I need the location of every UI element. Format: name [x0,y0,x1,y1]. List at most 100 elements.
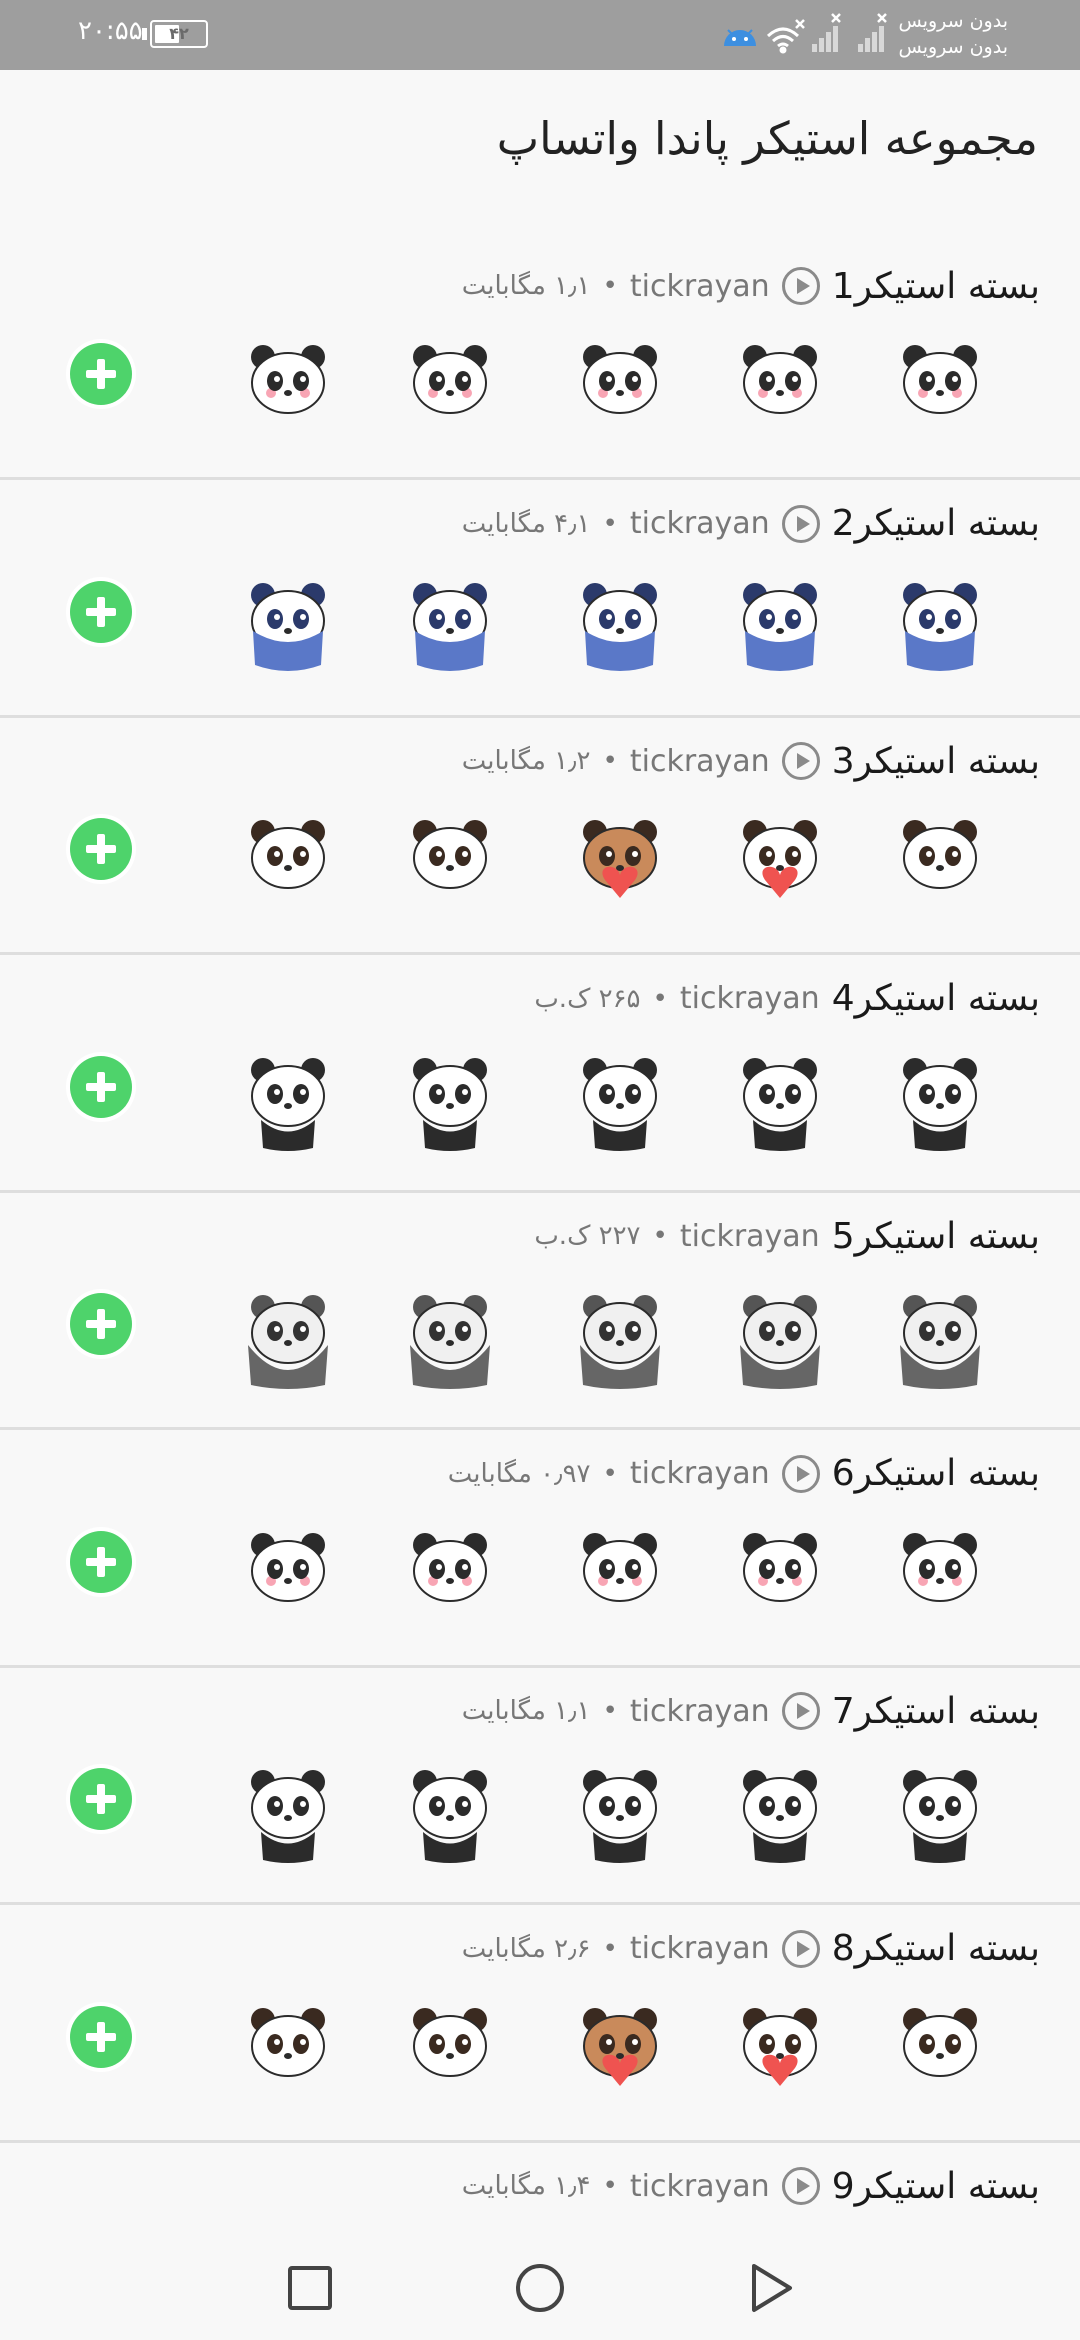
sticker-thumbnail [580,1295,660,1389]
pack-name: بسته استیکر7 [831,1690,1040,1732]
pack-header: بسته استیکر6 tickrayan • ۰٫۹۷ مگابایت [448,1449,1040,1499]
separator-dot: • [602,2171,618,2201]
pack-header: بسته استیکر7 tickrayan • ۱٫۱ مگابایت [462,1686,1040,1736]
pack-header: بسته استیکر3 tickrayan • ۱٫۲ مگابایت [462,736,1040,786]
separator-dot: • [652,1221,668,1251]
separator-dot: • [602,1933,618,1964]
add-icon[interactable] [70,1293,132,1355]
add-icon[interactable] [70,580,132,643]
sticker-thumbnail [248,1295,328,1389]
pack-size: ۲٫۶ مگابایت [461,1933,591,1964]
pack-name: بسته استیکر6 [831,1453,1040,1494]
pack-author: tickrayan [629,1456,770,1491]
sticker-pack-row[interactable]: بسته استیکر2 tickrayan • ۴٫۱ مگابایت [0,481,1080,718]
pack-header: بسته استیکر2 tickrayan • ۴٫۱ مگابایت [462,499,1040,549]
sticker-thumbnail [251,2007,325,2077]
pack-header: بسته استیکر9 tickrayan • ۱٫۴ مگابایت [462,2161,1040,2211]
status-time: ۲۰:۵۵ [78,16,143,46]
sticker-pack-row[interactable]: بسته استیکر8 tickrayan • ۲٫۶ مگابایت [0,1906,1080,2143]
sticker-thumbnail [740,1295,820,1389]
separator-dot: • [602,1696,618,1726]
play-icon [781,504,820,543]
sticker-thumbnail [903,2007,977,2077]
pack-header: بسته استیکر4 tickrayan • ۲۶۵ ک.ب [534,974,1040,1024]
pack-header: بسته استیکر5 tickrayan • ۲۲۷ ک.ب [534,1211,1040,1261]
play-icon [781,1929,820,1968]
sticker-preview-row [205,810,1005,925]
page-title: مجموعه استیکر پاندا واتساپ [496,112,1038,165]
status-bar: ۲۰:۵۵ ۴۲ بدون سرویس بدون سرویس [0,0,1080,70]
sticker-thumbnail [583,820,657,898]
sticker-thumbnail [413,1532,487,1602]
pack-author: tickrayan [629,506,770,541]
pack-size: ۱٫۴ مگابایت [461,2171,591,2201]
separator-dot: • [602,271,618,301]
sticker-preview-row [205,1048,1005,1163]
sticker-pack-row[interactable]: بسته استیکر3 tickrayan • ۱٫۲ مگابایت [0,718,1080,955]
sticker-preview-row [205,1523,1005,1638]
sticker-pack-row[interactable]: بسته استیکر4 tickrayan • ۲۶۵ ک.ب [0,956,1080,1193]
sticker-preview-row [205,573,1005,688]
sticker-thumbnail [413,1057,487,1151]
sticker-thumbnail [413,820,487,889]
play-icon [781,742,820,780]
add-icon[interactable] [70,1530,132,1593]
sticker-thumbnail [743,1532,817,1602]
sticker-preview-row [205,1998,1005,2113]
play-icon [781,267,820,305]
pack-size: ۱٫۲ مگابایت [461,746,591,776]
sticker-thumbnail [583,1770,657,1863]
carrier-label: بدون سرویس بدون سرویس [898,10,1008,58]
sticker-pack-row[interactable]: بسته استیکر5 tickrayan • ۲۲۷ ک.ب [0,1193,1080,1430]
add-icon[interactable] [70,1055,132,1118]
pack-author: tickrayan [679,981,820,1016]
sticker-thumbnail [903,820,977,889]
sticker-thumbnail [583,582,657,671]
wifi-icon [766,19,805,54]
add-icon[interactable] [70,818,132,880]
square-icon[interactable] [280,2258,340,2318]
pack-author: tickrayan [629,1693,770,1729]
sticker-pack-row[interactable]: بسته استیکر6 tickrayan • ۰٫۹۷ مگابایت [0,1431,1080,1668]
sticker-preview-row [205,1285,1005,1400]
sticker-thumbnail [251,1532,325,1602]
battery-level: ۴۲ [169,24,189,43]
sticker-preview-row [205,1760,1005,1875]
sticker-pack-row[interactable]: بسته استیکر7 tickrayan • ۱٫۱ مگابایت [0,1668,1080,1905]
sticker-thumbnail [743,582,817,671]
sticker-thumbnail [743,345,817,414]
pack-header: بسته استیکر8 tickrayan • ۲٫۶ مگابایت [462,1924,1040,1974]
sticker-thumbnail [251,1770,325,1863]
sticker-thumbnail [583,1532,657,1602]
triangle-icon[interactable] [740,2258,800,2318]
separator-dot: • [602,1458,618,1489]
pack-name: بسته استیکر1 [831,265,1040,307]
sticker-thumbnail [251,345,325,414]
pack-header: بسته استیکر1 tickrayan • ۱٫۱ مگابایت [462,261,1040,311]
pack-name: بسته استیکر2 [831,503,1040,544]
sticker-thumbnail [903,345,977,414]
android-icon [724,29,756,46]
sticker-pack-row[interactable]: بسته استیکر1 tickrayan • ۱٫۱ مگابایت [0,243,1080,480]
pack-author: tickrayan [629,2168,770,2204]
pack-size: ۰٫۹۷ مگابایت [447,1458,591,1489]
sticker-thumbnail [413,582,487,671]
add-icon[interactable] [70,1768,132,1830]
pack-size: ۴٫۱ مگابایت [461,508,591,539]
pack-name: بسته استیکر9 [831,2165,1040,2207]
sticker-thumbnail [743,1770,817,1863]
add-icon[interactable] [70,2005,132,2068]
pack-name: بسته استیکر3 [831,740,1040,782]
circle-icon[interactable] [510,2258,570,2318]
add-icon[interactable] [70,343,132,405]
pack-name: بسته استیکر8 [831,1928,1040,1969]
sticker-thumbnail [900,1295,980,1389]
sticker-thumbnail [583,1057,657,1151]
play-icon [781,1692,820,1730]
pack-name: بسته استیکر5 [831,1215,1040,1257]
sticker-thumbnail [903,1057,977,1151]
separator-dot: • [602,746,618,776]
sticker-thumbnail [903,1532,977,1602]
sticker-thumbnail [583,2007,657,2086]
sticker-thumbnail [251,820,325,889]
